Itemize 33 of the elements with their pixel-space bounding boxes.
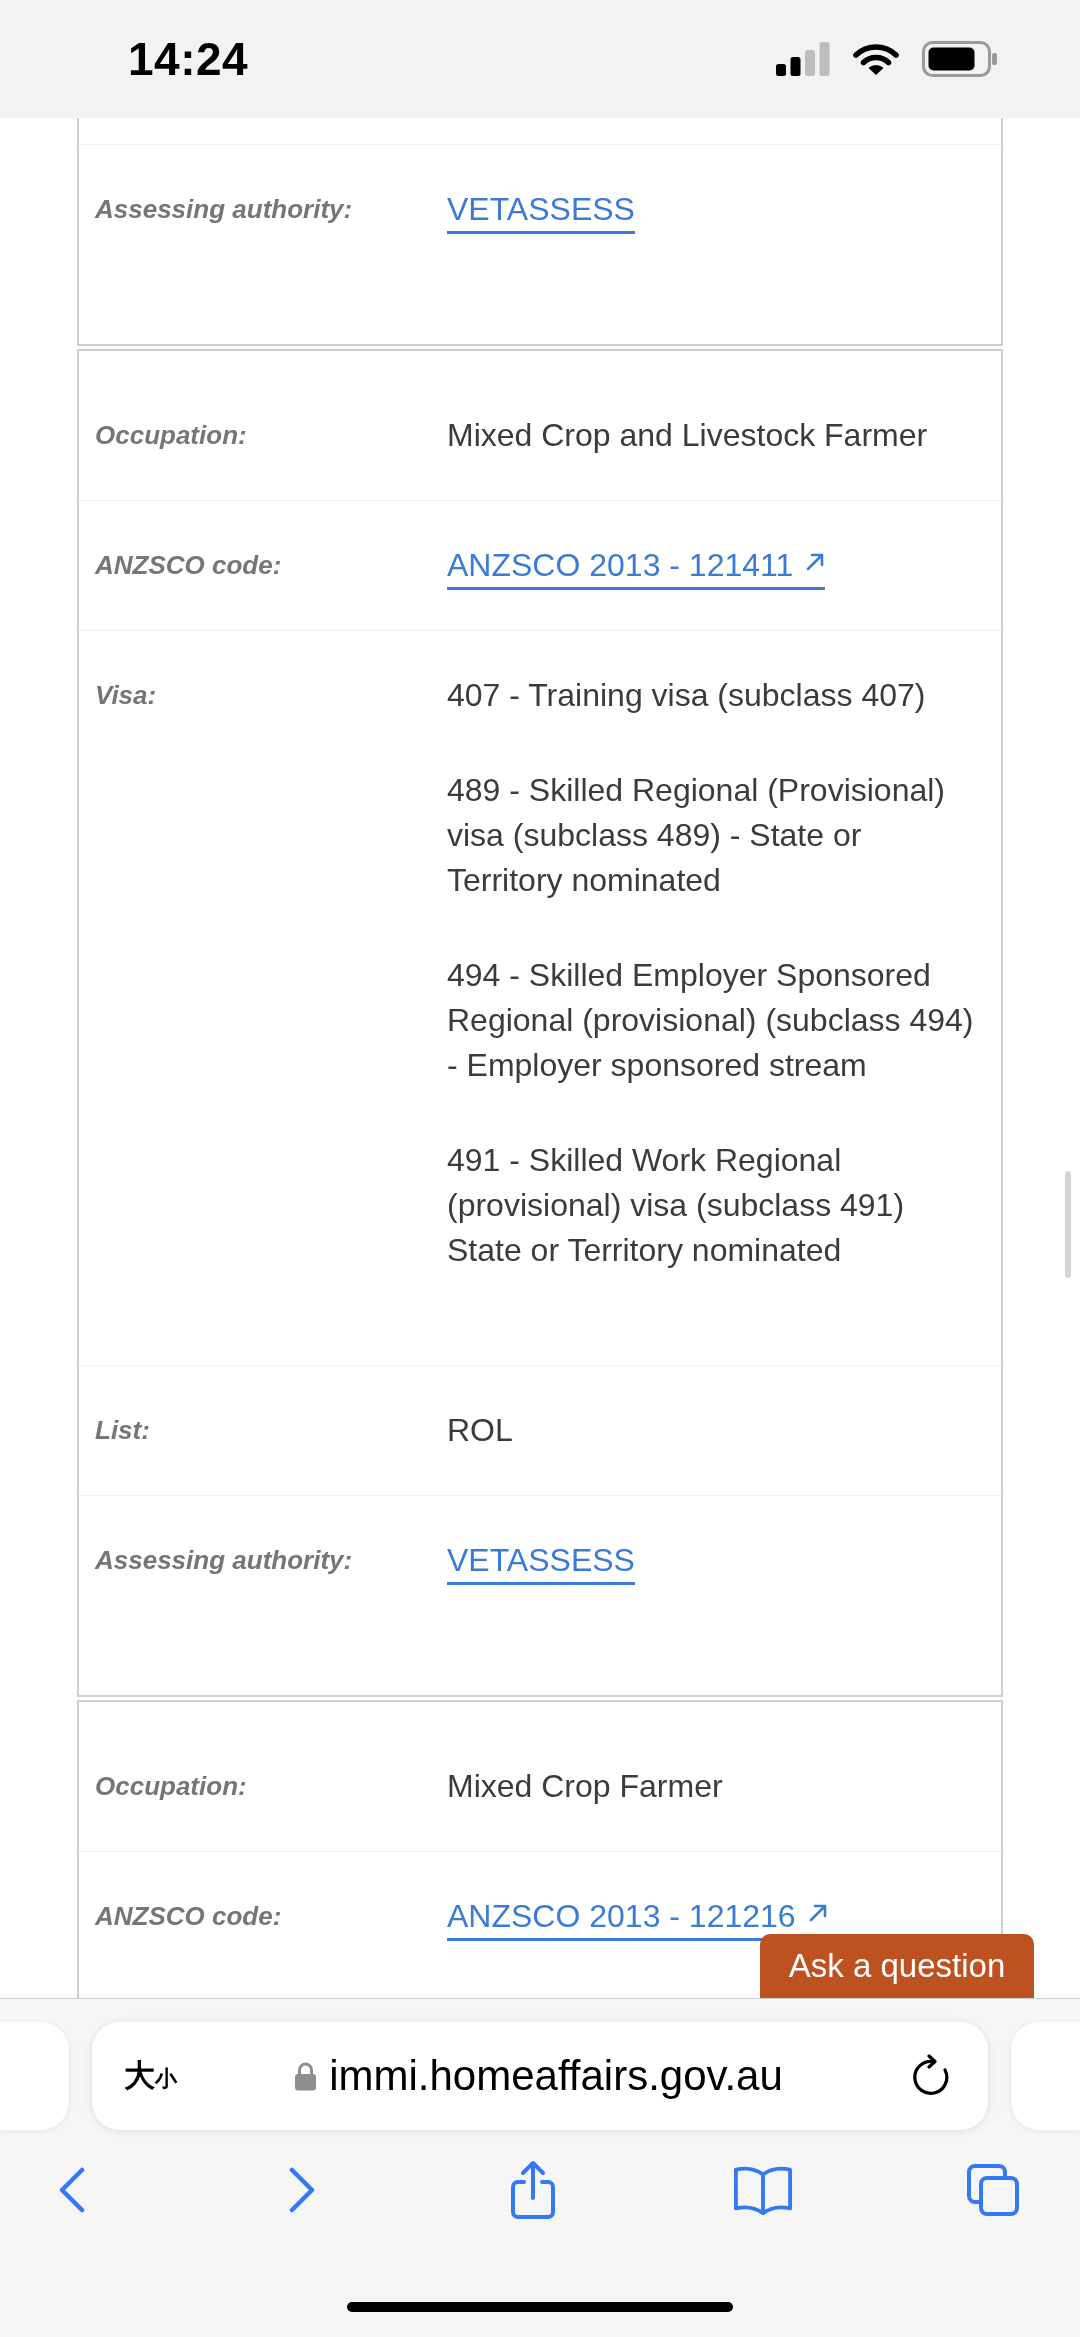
field-label: Occupation: <box>95 1770 247 1803</box>
field-label: ANZSCO code: <box>95 549 282 582</box>
status-time: 14:24 <box>128 32 249 86</box>
visa-entry: 491 - Skilled Work Regional (provisional) visa (subclass 491) State or Territory nominated <box>447 1141 906 1270</box>
tabs-icon <box>965 2162 1021 2218</box>
field-value: ROL <box>447 1411 513 1450</box>
url-text: immi.homeaffairs.gov.au <box>329 2052 783 2100</box>
visa-entry: 494 - Skilled Employer Sponsored Regional (provisional) (subclass 494) - Employer sponsored stream <box>447 956 975 1085</box>
cellular-signal-icon <box>776 42 830 76</box>
field-value: Mixed Crop Farmer <box>447 1767 723 1806</box>
book-icon <box>732 2164 793 2216</box>
text-size-button[interactable]: 大小 <box>124 2055 177 2097</box>
visa-entry: 407 - Training visa (subclass 407) <box>447 676 926 715</box>
field-label: Assessing authority: <box>95 1544 353 1577</box>
visa-entry: 489 - Skilled Regional (Provisional) visa (subclass 489) - State or Territory nominated <box>447 771 946 900</box>
external-link[interactable]: ANZSCO 2013 - 121411 <box>447 547 826 590</box>
lock-icon <box>294 2061 318 2091</box>
battery-icon <box>922 41 998 77</box>
field-label: Occupation: <box>95 419 247 452</box>
field-label: Visa: <box>95 679 157 712</box>
field-label: ANZSCO code: <box>95 1900 282 1933</box>
address-bar[interactable]: 大小 immi.homeaffairs.gov.au <box>92 2022 988 2130</box>
field-label: Assessing authority: <box>95 193 353 226</box>
arrow-up-right-icon <box>807 1903 828 1923</box>
value-link[interactable]: VETASSESS <box>447 1542 635 1585</box>
wifi-icon <box>852 42 900 76</box>
share-icon <box>508 2160 557 2220</box>
ask-question-button[interactable]: Ask a question <box>760 1934 1034 1998</box>
field-value: Mixed Crop and Livestock Farmer <box>447 416 928 455</box>
field-label: List: <box>95 1414 150 1447</box>
arrow-up-right-icon <box>805 552 826 572</box>
value-link[interactable]: VETASSESS <box>447 191 635 234</box>
chevron-left-icon <box>57 2167 87 2213</box>
